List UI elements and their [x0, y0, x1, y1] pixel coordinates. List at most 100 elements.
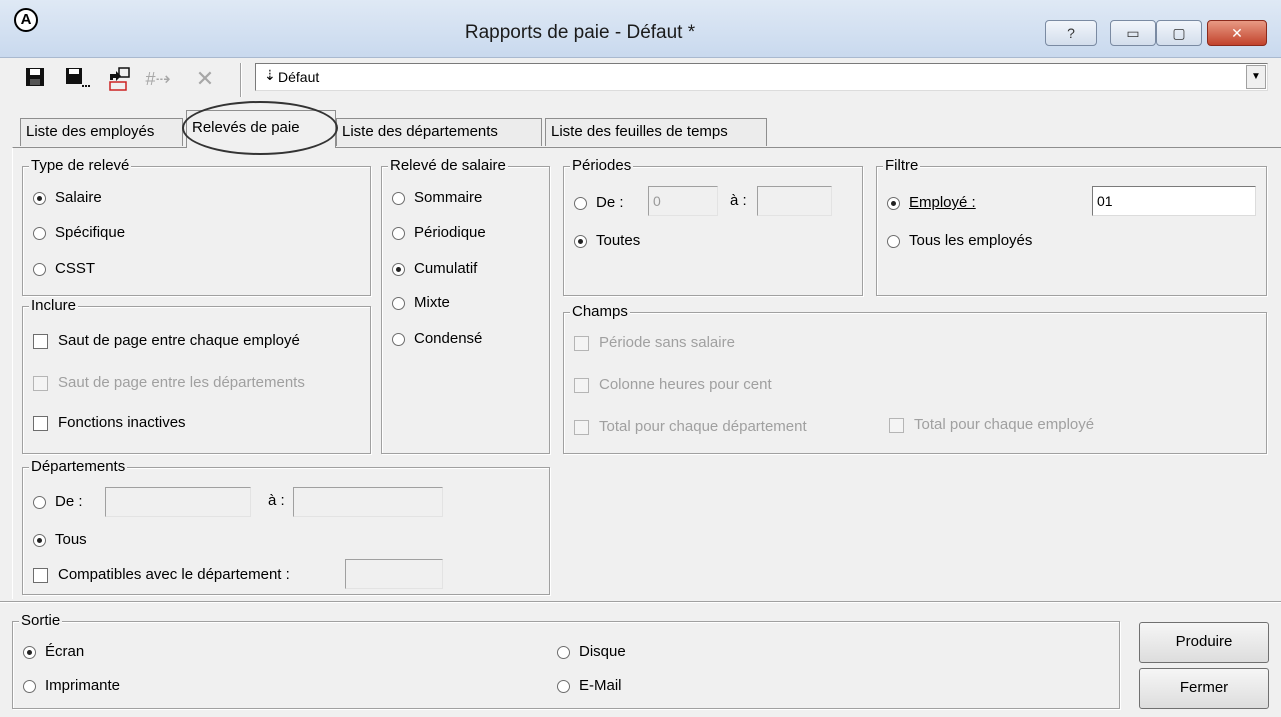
periode-a-label: à : [730, 192, 747, 209]
radio-indicator[interactable] [33, 226, 46, 240]
type-releve-title: Type de relevé [29, 157, 132, 175]
radio-tous-employes[interactable]: Tous les employés [887, 231, 1032, 251]
checkbox [574, 377, 589, 393]
radio-periodique[interactable]: Périodique [392, 223, 486, 243]
radio-salaire[interactable]: Salaire [33, 188, 102, 208]
radio-indicator[interactable] [392, 262, 405, 276]
check-fonctions-inactives[interactable]: Fonctions inactives [33, 413, 186, 433]
fermer-button[interactable]: Fermer [1139, 668, 1269, 709]
option-label: Mixte [414, 294, 450, 311]
radio-indicator[interactable] [33, 533, 46, 547]
option-label: Tous les employés [909, 232, 1033, 249]
releve-salaire-title: Relevé de salaire [388, 157, 508, 175]
minimize-button[interactable]: ▭ [1110, 20, 1156, 46]
radio-indicator[interactable] [23, 645, 36, 659]
radio-cumulatif[interactable]: Cumulatif [392, 259, 477, 279]
check-compatibles[interactable]: Compatibles avec le département : [33, 565, 290, 585]
option-label: De : [596, 194, 624, 211]
radio-indicator[interactable] [557, 645, 570, 659]
radio-ecran[interactable]: Écran [23, 642, 84, 662]
maximize-button[interactable]: ▢ [1156, 20, 1202, 46]
radio-imprimante[interactable]: Imprimante [23, 676, 120, 696]
inclure-group: Inclure Saut de page entre chaque employ… [22, 297, 371, 454]
radio-toutes[interactable]: Toutes [574, 231, 640, 251]
option-label: Colonne heures pour cent [599, 376, 772, 393]
radio-indicator[interactable] [574, 196, 587, 210]
radio-indicator[interactable] [392, 296, 405, 310]
tab-feuilles-temps[interactable]: Liste des feuilles de temps [545, 118, 767, 146]
radio-indicator[interactable] [887, 234, 900, 248]
highlight-oval [182, 101, 338, 155]
checkbox[interactable] [33, 415, 48, 431]
preset-dropdown[interactable]: ⇣ Défaut ▼ [255, 63, 1268, 91]
radio-indicator[interactable] [392, 332, 405, 346]
save-as-icon[interactable] [64, 66, 90, 92]
option-label: CSST [55, 260, 96, 277]
window-title: Rapports de paie - Défaut * [464, 22, 696, 43]
check-saut-employe[interactable]: Saut de page entre chaque employé [33, 331, 300, 351]
produire-button[interactable]: Produire [1139, 622, 1269, 663]
tab-liste-employes[interactable]: Liste des employés [20, 118, 183, 146]
radio-indicator[interactable] [557, 679, 570, 693]
tab-liste-departements[interactable]: Liste des départements [336, 118, 542, 146]
radio-condense[interactable]: Condensé [392, 329, 482, 349]
filtre-group: Filtre Employé : 01 Tous les employés [876, 157, 1267, 296]
radio-dept-tous[interactable]: Tous [33, 530, 87, 550]
radio-indicator[interactable] [392, 226, 405, 240]
sortie-group: Sortie Écran Imprimante Disque E-Mail [12, 612, 1120, 709]
inclure-title: Inclure [29, 297, 79, 315]
help-button[interactable]: ? [1045, 20, 1097, 46]
radio-specifique[interactable]: Spécifique [33, 223, 125, 243]
sortie-title: Sortie [19, 612, 63, 630]
radio-dept-de[interactable]: De : [33, 492, 83, 512]
dept-a-label: à : [268, 492, 285, 509]
dept-from-field [105, 487, 251, 517]
periode-to-field [757, 186, 832, 216]
periodes-title: Périodes [570, 157, 634, 175]
radio-disque[interactable]: Disque [557, 642, 626, 662]
radio-indicator[interactable] [887, 196, 900, 210]
checkbox [33, 375, 48, 391]
periode-from-field: 0 [648, 186, 718, 216]
releve-salaire-group: Relevé de salaire Sommaire Périodique Cu… [381, 157, 550, 454]
radio-mixte[interactable]: Mixte [392, 293, 450, 313]
departements-group: Départements De : à : Tous Compatibles a… [22, 458, 550, 595]
save-icon[interactable] [22, 66, 48, 92]
option-label: Condensé [414, 330, 483, 347]
radio-csst[interactable]: CSST [33, 259, 95, 279]
export-icon[interactable] [106, 66, 132, 92]
option-label: Imprimante [45, 677, 121, 694]
bottom-separator [0, 601, 1281, 603]
check-total-departement: Total pour chaque département [574, 417, 807, 437]
checkbox[interactable] [33, 567, 48, 583]
radio-indicator[interactable] [33, 262, 46, 276]
radio-sommaire[interactable]: Sommaire [392, 188, 482, 208]
close-button[interactable]: ✕ [1207, 20, 1267, 46]
periodes-group: Périodes De : 0 à : Toutes [563, 157, 863, 296]
option-label: Période sans salaire [599, 334, 735, 351]
radio-indicator[interactable] [392, 191, 405, 205]
checkbox[interactable] [33, 333, 48, 349]
option-label: Saut de page entre les départements [58, 374, 305, 391]
option-label: Sommaire [414, 189, 483, 206]
radio-indicator[interactable] [33, 495, 46, 509]
option-label: Spécifique [55, 224, 126, 241]
compat-dept-field [345, 559, 443, 589]
dept-to-field [293, 487, 443, 517]
chevron-down-icon[interactable]: ▼ [1246, 65, 1266, 89]
option-label: Total pour chaque département [599, 418, 807, 435]
option-label: Fonctions inactives [58, 414, 186, 431]
radio-indicator[interactable] [23, 679, 36, 693]
option-label: E-Mail [579, 677, 622, 694]
employe-input[interactable]: 01 [1092, 186, 1256, 216]
option-label: Écran [45, 643, 85, 660]
champs-group: Champs Période sans salaire Colonne heur… [563, 303, 1267, 454]
radio-indicator[interactable] [33, 191, 46, 205]
check-total-employe: Total pour chaque employé [889, 415, 1094, 435]
radio-periodes-de[interactable]: De : [574, 193, 624, 213]
radio-employe[interactable]: Employé : [887, 193, 976, 213]
option-label: Périodique [414, 224, 486, 241]
option-label: Disque [579, 643, 626, 660]
radio-email[interactable]: E-Mail [557, 676, 622, 696]
radio-indicator[interactable] [574, 234, 587, 248]
